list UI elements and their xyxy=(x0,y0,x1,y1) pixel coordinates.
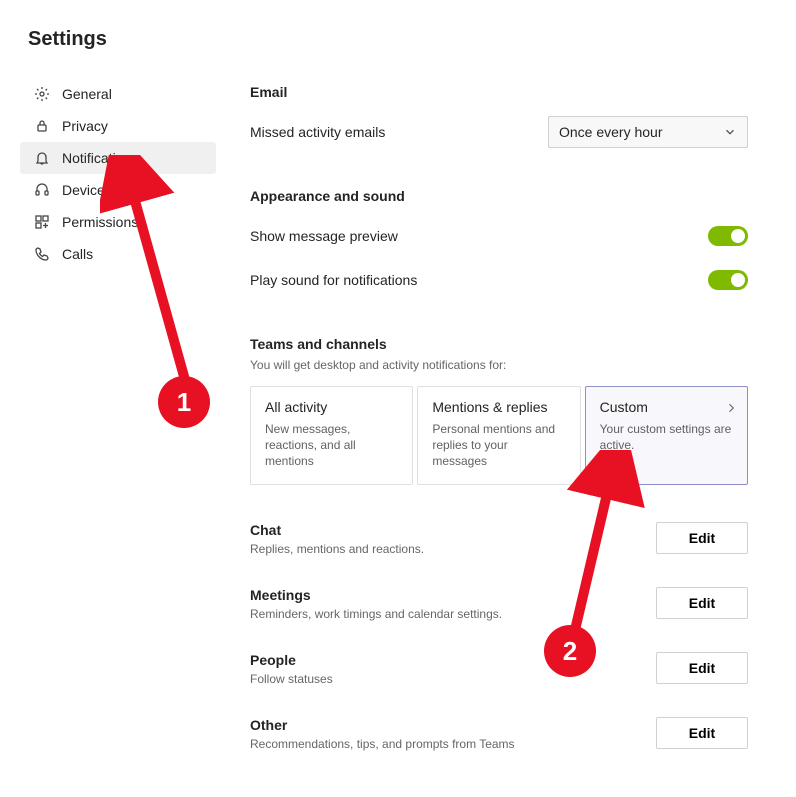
people-desc: Follow statuses xyxy=(250,672,333,686)
card-custom[interactable]: Custom Your custom settings are active. xyxy=(585,386,748,485)
sidebar-item-label: Devices xyxy=(62,182,112,198)
sidebar-item-label: Permissions xyxy=(62,214,138,230)
sidebar-item-label: General xyxy=(62,86,112,102)
section-title-appearance: Appearance and sound xyxy=(250,188,748,204)
headset-icon xyxy=(32,180,52,200)
card-all-activity[interactable]: All activity New messages, reactions, an… xyxy=(250,386,413,485)
section-meetings: Meetings Reminders, work timings and cal… xyxy=(250,575,748,625)
meetings-desc: Reminders, work timings and calendar set… xyxy=(250,607,502,621)
card-desc: New messages, reactions, and all mention… xyxy=(265,421,398,470)
card-desc: Personal mentions and replies to your me… xyxy=(432,421,565,470)
section-title-email: Email xyxy=(250,84,748,100)
preview-toggle[interactable] xyxy=(708,226,748,246)
card-title: All activity xyxy=(265,399,398,415)
people-title: People xyxy=(250,652,333,668)
other-edit-button[interactable]: Edit xyxy=(656,717,748,749)
page-title: Settings xyxy=(28,28,107,51)
meetings-edit-button[interactable]: Edit xyxy=(656,587,748,619)
select-value: Once every hour xyxy=(559,124,663,140)
phone-icon xyxy=(32,244,52,264)
chat-desc: Replies, mentions and reactions. xyxy=(250,542,424,556)
people-edit-button[interactable]: Edit xyxy=(656,652,748,684)
missed-emails-label: Missed activity emails xyxy=(250,124,385,140)
gear-icon xyxy=(32,84,52,104)
sidebar-item-label: Notifications xyxy=(62,150,138,166)
lock-icon xyxy=(32,116,52,136)
section-title-teams: Teams and channels xyxy=(250,336,748,352)
section-chat: Chat Replies, mentions and reactions. Ed… xyxy=(250,510,748,560)
sound-label: Play sound for notifications xyxy=(250,272,417,288)
card-mentions-replies[interactable]: Mentions & replies Personal mentions and… xyxy=(417,386,580,485)
sidebar-item-general[interactable]: General xyxy=(20,78,216,110)
settings-content: Email Missed activity emails Once every … xyxy=(216,0,796,797)
card-title: Mentions & replies xyxy=(432,399,565,415)
sidebar-item-label: Privacy xyxy=(62,118,108,134)
teams-cards: All activity New messages, reactions, an… xyxy=(250,386,748,485)
chat-title: Chat xyxy=(250,522,424,538)
meetings-title: Meetings xyxy=(250,587,502,603)
other-desc: Recommendations, tips, and prompts from … xyxy=(250,737,515,751)
preview-label: Show message preview xyxy=(250,228,398,244)
teams-subtitle: You will get desktop and activity notifi… xyxy=(250,358,748,372)
sidebar-item-notifications[interactable]: Notifications xyxy=(20,142,216,174)
chat-edit-button[interactable]: Edit xyxy=(656,522,748,554)
chevron-right-icon xyxy=(725,401,737,419)
card-title: Custom xyxy=(600,399,733,415)
chevron-down-icon xyxy=(723,125,737,139)
sidebar-item-devices[interactable]: Devices xyxy=(20,174,216,206)
section-other: Other Recommendations, tips, and prompts… xyxy=(250,705,748,755)
missed-emails-select[interactable]: Once every hour xyxy=(548,116,748,148)
other-title: Other xyxy=(250,717,515,733)
sidebar-item-permissions[interactable]: Permissions xyxy=(20,206,216,238)
sidebar-item-label: Calls xyxy=(62,246,93,262)
bell-icon xyxy=(32,148,52,168)
settings-sidebar: General Privacy Notifications Devices Pe… xyxy=(0,0,216,797)
sidebar-item-calls[interactable]: Calls xyxy=(20,238,216,270)
sound-toggle[interactable] xyxy=(708,270,748,290)
sidebar-item-privacy[interactable]: Privacy xyxy=(20,110,216,142)
section-people: People Follow statuses Edit xyxy=(250,640,748,690)
apps-icon xyxy=(32,212,52,232)
card-desc: Your custom settings are active. xyxy=(600,421,733,453)
